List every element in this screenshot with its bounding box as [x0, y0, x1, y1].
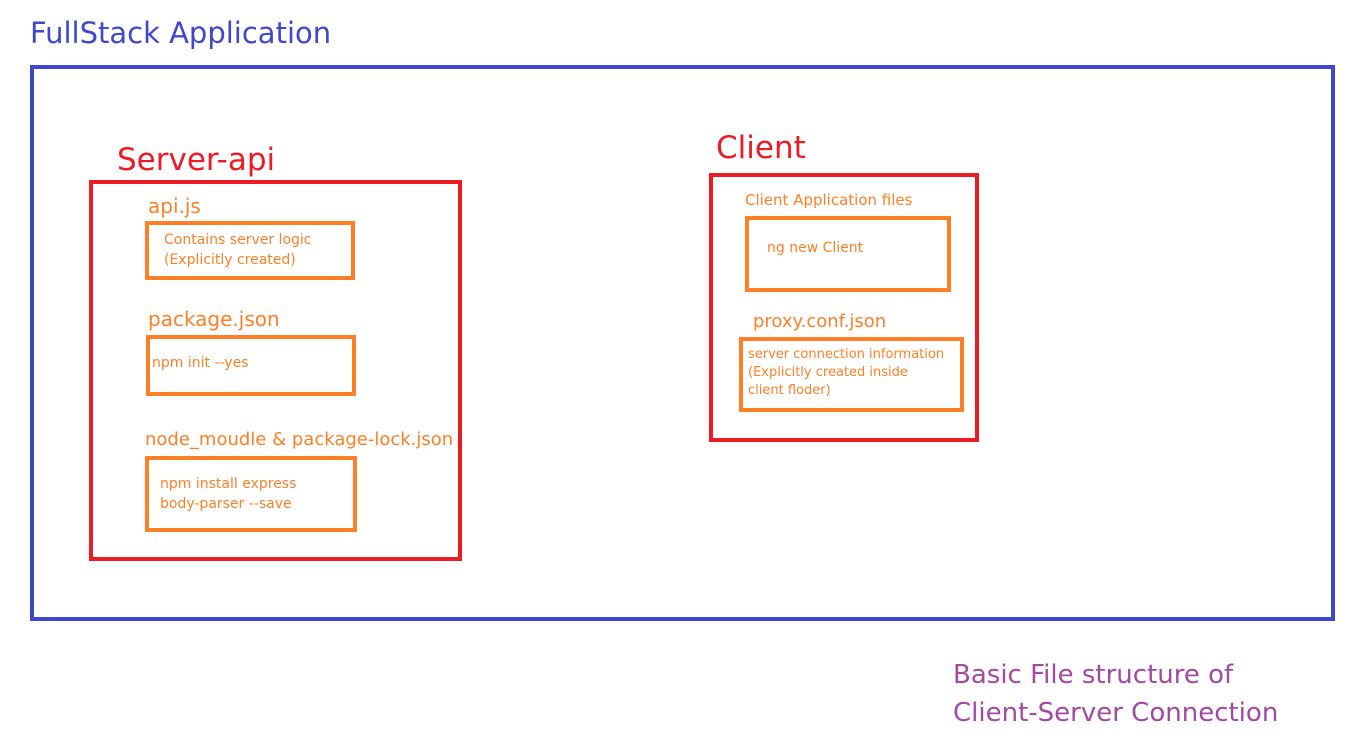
diagram-caption: Basic File structure of Client-Server Co…: [953, 656, 1278, 732]
package-json-label: package.json: [148, 307, 280, 331]
diagram-title: FullStack Application: [30, 16, 332, 50]
caption-line-2: Client-Server Connection: [953, 698, 1279, 728]
node-modules-line-2: body-parser --save: [160, 496, 292, 512]
node-modules-label: node_moudle & package-lock.json: [145, 429, 454, 450]
client-app-files-label: Client Application files: [745, 191, 913, 209]
client-title: Client: [716, 130, 806, 166]
client-app-files-line-1: ng new Client: [767, 240, 864, 256]
proxy-conf-line-2: (Explicitly created inside: [748, 365, 908, 380]
caption-line-1: Basic File structure of: [953, 660, 1234, 690]
api-js-line-1: Contains server logic: [164, 232, 312, 248]
node-modules-line-1: npm install express: [160, 476, 297, 492]
api-js-line-2: (Explicitly created): [164, 252, 296, 268]
package-json-line-1: npm init --yes: [152, 355, 249, 371]
proxy-conf-label: proxy.conf.json: [753, 311, 887, 332]
api-js-label: api.js: [148, 194, 201, 218]
proxy-conf-line-1: server connection information: [748, 347, 945, 362]
server-api-title: Server-api: [117, 142, 276, 178]
proxy-conf-line-3: client floder): [748, 383, 831, 398]
